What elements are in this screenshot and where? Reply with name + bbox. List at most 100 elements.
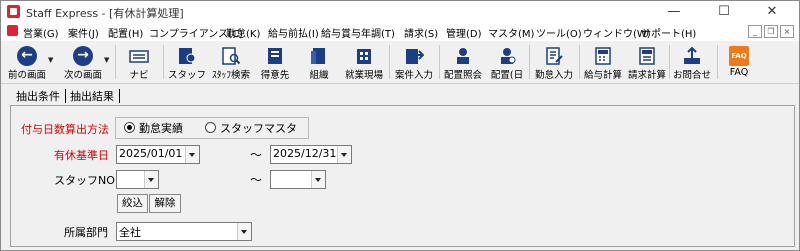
billing-calc-button[interactable]: 請求計算 [625,43,669,81]
menu-attendance[interactable]: 勤怠(K) [226,25,260,40]
chevron-down-icon[interactable] [337,146,351,163]
staff-search-icon [221,46,241,66]
clear-button[interactable]: 解除 [149,194,181,213]
staff-icon [177,46,197,66]
menu-jobs[interactable]: 案件(J) [68,25,99,40]
radio-staff-master-label[interactable]: スタッフマスタ [220,120,297,136]
staff-search-button[interactable]: ｽﾀｯﾌ検索 [207,43,255,81]
toolbar-separator [389,45,390,79]
customer-icon [265,46,285,66]
mdi-minimize-button[interactable]: _ [748,25,762,38]
attendance-entry-icon [544,46,564,66]
job-entry-button[interactable]: 案件入力 [391,43,437,81]
staff-no-to-select[interactable] [270,170,326,189]
method-radio-group: 勤怠実績 スタッフマスタ [115,117,309,139]
placement-query-button[interactable]: 配置照会 [441,43,485,81]
mdi-restore-button[interactable]: ❐ [764,25,778,38]
payroll-calc-icon [593,46,613,66]
staff-no-from-select[interactable] [116,170,159,189]
tab-extract-conditions[interactable]: 抽出条件 [13,89,63,105]
organization-label: 組織 [309,70,329,81]
chevron-down-icon[interactable] [185,146,199,163]
chevron-down-icon[interactable] [311,171,325,188]
tab-divider [119,89,120,103]
date-from-value: 2025/01/01 [119,147,183,160]
placement-query-icon [453,46,473,66]
menu-admin[interactable]: 管理(D) [446,25,482,40]
toolbar-separator [717,45,718,79]
organization-button[interactable]: 組織 [299,43,339,81]
menu-payroll[interactable]: 給与賞与年調(T) [321,25,395,40]
date-from-picker[interactable]: 2025/01/01 [116,145,200,164]
mdi-child-icon[interactable] [7,25,18,36]
forward-label: 次の画面 [63,70,102,81]
placement-day-label: 配置(日 [490,70,524,81]
back-label: 前の画面 [7,70,46,81]
site-label: 就業現場 [344,70,383,81]
billing-calc-label: 請求計算 [627,70,666,81]
faq-icon: FAQ [729,46,749,66]
menu-tools[interactable]: ツール(O) [536,25,582,40]
staff-search-label: ｽﾀｯﾌ検索 [211,70,250,81]
placement-day-button[interactable]: 配置(日 [485,43,529,81]
upload-tray-icon [682,46,702,66]
arrow-left-icon: ← [17,46,37,66]
radio-attendance-actual[interactable] [124,122,135,133]
forward-button[interactable]: → 次の画面 [56,43,110,81]
date-to-picker[interactable]: 2025/12/31 [270,145,352,164]
dept-label: 所属部門 [64,226,108,239]
toolbar-separator [529,45,530,79]
tab-divider [65,89,66,103]
mdi-close-button[interactable]: × [780,25,794,38]
placement-query-label: 配置照会 [443,70,482,81]
toolbar-separator [439,45,440,79]
navi-label: ナビ [129,70,149,81]
title-bar: Staff Express - [有休計算処理] — ☐ ✕ [1,1,799,23]
minimize-button[interactable]: — [651,1,697,23]
dept-select[interactable]: 全社 [116,222,252,241]
payroll-calc-button[interactable]: 給与計算 [581,43,625,81]
customer-label: 得意先 [260,70,290,81]
faq-button[interactable]: FAQ FAQ [719,43,759,81]
base-date-label: 有休基準日 [54,149,109,162]
staff-no-label: スタッフNO [54,174,115,187]
menu-support[interactable]: サポート(H) [641,25,696,40]
radio-staff-master[interactable] [205,122,216,133]
navi-button[interactable]: ナビ [121,43,157,81]
back-button[interactable]: ← 前の画面 [3,43,51,81]
staff-button[interactable]: スタッフ [167,43,207,81]
menu-sales[interactable]: 営業(G) [23,25,59,40]
dept-value: 全社 [119,226,141,239]
site-icon [354,46,374,66]
window-title: Staff Express - [有休計算処理] [26,7,184,20]
billing-calc-icon [637,46,657,66]
toolbar-separator [579,45,580,79]
back-dropdown-icon[interactable]: ▼ [48,56,53,64]
close-button[interactable]: ✕ [749,1,795,23]
tab-extract-results[interactable]: 抽出結果 [67,89,117,105]
organization-icon [309,46,329,66]
menu-billing[interactable]: 請求(S) [404,25,438,40]
job-entry-icon [404,46,425,66]
keyboard-icon [129,46,149,66]
forward-dropdown-icon[interactable]: ▼ [104,56,109,64]
range-tilde: ～ [250,148,263,162]
date-to-value: 2025/12/31 [273,147,337,160]
menu-advance-pay[interactable]: 給与前払(I) [268,25,319,40]
menu-master[interactable]: マスタ(M) [488,25,534,40]
site-button[interactable]: 就業現場 [341,43,387,81]
range-tilde: ～ [250,173,263,187]
chevron-down-icon[interactable] [144,171,158,188]
maximize-button[interactable]: ☐ [701,1,747,23]
filter-button[interactable]: 絞込 [117,194,148,213]
attendance-entry-button[interactable]: 勤怠入力 [531,43,577,81]
toolbar-separator [163,45,164,79]
customer-button[interactable]: 得意先 [255,43,295,81]
arrow-right-icon: → [73,46,93,66]
menu-placement[interactable]: 配置(H) [108,25,143,40]
radio-attendance-actual-label[interactable]: 勤怠実績 [139,120,183,136]
placement-day-icon [497,46,517,66]
inquiry-button[interactable]: お問合せ [669,43,715,81]
chevron-down-icon[interactable] [237,223,251,240]
payroll-calc-label: 給与計算 [583,70,622,81]
